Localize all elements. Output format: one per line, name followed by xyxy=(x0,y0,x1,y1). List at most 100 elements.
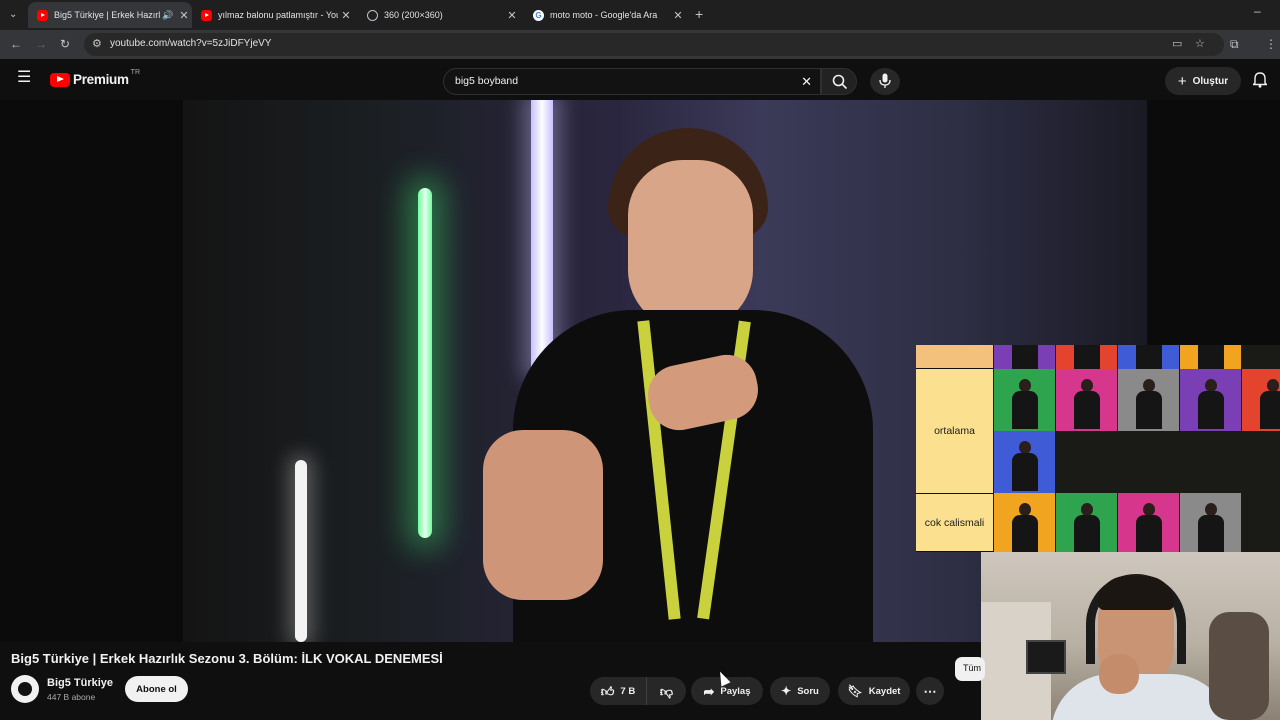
host-face xyxy=(628,160,753,330)
plus-icon: + xyxy=(1177,72,1187,90)
youtube-logo[interactable]: Premium TR xyxy=(50,69,141,87)
cast-icon[interactable]: ▭ xyxy=(1172,37,1182,51)
notifications-bell-icon[interactable] xyxy=(1253,72,1267,88)
tier-photo-tile xyxy=(1118,493,1179,552)
channel-name[interactable]: Big5 Türkiye xyxy=(47,677,113,689)
channel-subscriber-count: 447 B abone xyxy=(47,692,96,702)
tier-photo-tile xyxy=(1180,369,1241,431)
webcam-monitor xyxy=(1026,640,1066,674)
tab-close-icon[interactable]: ✕ xyxy=(338,9,354,22)
tier-photo-tile xyxy=(1180,345,1241,371)
youtube-header: ☰ Premium TR big5 boyband ✕ + Oluştur xyxy=(0,59,1280,100)
region-badge: TR xyxy=(130,69,141,76)
thumbs-down-icon: 👎︎ xyxy=(659,683,674,699)
youtube-logo-text: Premium xyxy=(73,72,129,87)
tier-photo-tile xyxy=(1056,493,1117,552)
youtube-play-logo-icon xyxy=(50,72,70,87)
tier-photo-tile xyxy=(1118,345,1179,371)
search-query-text: big5 boyband xyxy=(455,75,519,87)
search-button[interactable] xyxy=(821,68,857,95)
white-light-bar xyxy=(531,100,553,370)
tier-list-overlay: ortalama cok calismali xyxy=(916,345,1280,552)
tab-title: yılmaz balonu patlamıştır - You xyxy=(218,10,338,20)
tab-close-icon[interactable]: ✕ xyxy=(670,9,686,22)
webcam-chair xyxy=(1209,612,1269,720)
google-favicon-icon: G xyxy=(533,9,544,21)
browser-tab-google[interactable]: G moto moto - Google'da Ara ✕ xyxy=(524,2,686,28)
search-input[interactable]: big5 boyband ✕ xyxy=(443,68,821,95)
green-neon-light xyxy=(418,188,432,538)
tab-close-icon[interactable]: ✕ xyxy=(176,9,192,22)
channel-avatar[interactable] xyxy=(11,675,39,703)
like-count: 7 B xyxy=(620,685,636,697)
sparkle-icon: ✦ xyxy=(781,684,792,698)
tier-photo-tile xyxy=(1056,345,1117,371)
tab-audio-icon[interactable]: 🔊 xyxy=(160,10,176,21)
tier-photo-tile xyxy=(994,431,1055,493)
ask-button[interactable]: ✦ Soru xyxy=(770,677,830,705)
subscribe-button[interactable]: Abone ol xyxy=(125,676,188,702)
save-label: Kaydet xyxy=(868,685,901,697)
like-button[interactable]: 👍︎ 7 B xyxy=(590,677,646,705)
tab-search-chevron-icon[interactable]: ⌄ xyxy=(9,8,17,22)
tier-photo-tile xyxy=(994,345,1055,371)
extensions-icon[interactable]: ⧉ xyxy=(1230,37,1239,51)
webcam-hand xyxy=(1099,654,1139,694)
microphone-icon xyxy=(879,73,891,88)
tab-close-icon[interactable]: ✕ xyxy=(504,9,520,22)
clear-search-icon[interactable]: ✕ xyxy=(801,74,812,90)
browser-tab-big5[interactable]: Big5 Türkiye | Erkek Hazırlık 🔊 ✕ xyxy=(28,2,192,28)
share-arrow-icon: ➦ xyxy=(703,683,715,699)
more-actions-button[interactable]: ⋯ xyxy=(916,677,944,705)
white-light-bar xyxy=(295,460,307,642)
dislike-button[interactable]: 👎︎ xyxy=(646,677,686,705)
hamburger-menu-icon[interactable]: ☰ xyxy=(17,70,31,86)
tier-photo-tile xyxy=(1242,369,1280,431)
back-arrow-icon[interactable]: ← xyxy=(10,37,22,51)
streamer-webcam xyxy=(981,552,1280,720)
webcam-shirt xyxy=(1051,674,1231,720)
browser-tab-yilmaz[interactable]: yılmaz balonu patlamıştır - You ✕ xyxy=(192,2,354,28)
create-button[interactable]: + Oluştur xyxy=(1165,67,1241,95)
more-horizontal-icon: ⋯ xyxy=(923,683,937,699)
tier-photo-tile xyxy=(1118,369,1179,431)
filter-chip-all[interactable]: Tüm xyxy=(955,657,985,681)
tab-title: moto moto - Google'da Ara xyxy=(550,10,658,20)
tier-photo-tile xyxy=(1180,493,1241,552)
new-tab-icon[interactable]: + xyxy=(695,7,703,21)
address-url: youtube.com/watch?v=5zJiDFYjeVY xyxy=(110,38,272,49)
thumbs-up-icon: 👍︎ xyxy=(600,683,615,699)
tier-row-label-cok-calismali: cok calismali xyxy=(916,494,993,552)
search-icon xyxy=(832,74,848,90)
bookmark-icon: 🔖︎ xyxy=(847,684,863,698)
webcam-hair xyxy=(1098,576,1174,610)
voice-search-button[interactable] xyxy=(870,68,900,95)
minimize-window-icon[interactable]: – xyxy=(1254,4,1261,18)
globe-favicon-icon xyxy=(367,9,378,21)
browser-menu-icon[interactable]: ⋮ xyxy=(1265,37,1277,51)
browser-tab-strip: ⌄ Big5 Türkiye | Erkek Hazırlık 🔊 ✕ yılm… xyxy=(0,0,1280,30)
bookmark-star-icon[interactable]: ☆ xyxy=(1195,37,1205,51)
video-title: Big5 Türkiye | Erkek Hazırlık Sezonu 3. … xyxy=(11,651,443,666)
host-arm xyxy=(483,430,603,600)
tier-row-label-ortalama: ortalama xyxy=(916,369,993,494)
save-button[interactable]: 🔖︎ Kaydet xyxy=(838,677,910,705)
tab-title: 360 (200×360) xyxy=(384,10,443,20)
reload-icon[interactable]: ↻ xyxy=(60,37,70,51)
ask-label: Soru xyxy=(797,685,819,697)
browser-toolbar: ← → ↻ ⚙ youtube.com/watch?v=5zJiDFYjeVY … xyxy=(0,30,1280,59)
tier-photo-tile xyxy=(994,369,1055,431)
share-label: Paylaş xyxy=(720,685,751,697)
tier-photo-tile xyxy=(994,493,1055,552)
channel-logo-icon xyxy=(18,682,32,696)
tier-photo-tile xyxy=(1056,369,1117,431)
tab-title: Big5 Türkiye | Erkek Hazırlık xyxy=(54,10,160,20)
forward-arrow-icon[interactable]: → xyxy=(35,37,47,51)
browser-tab-360[interactable]: 360 (200×360) ✕ xyxy=(358,2,520,28)
youtube-favicon-icon xyxy=(201,9,212,21)
address-bar[interactable]: ⚙ youtube.com/watch?v=5zJiDFYjeVY ▭ ☆ xyxy=(84,33,1224,56)
site-info-icon[interactable]: ⚙ xyxy=(92,37,102,51)
create-label: Oluştur xyxy=(1192,75,1229,87)
tier-row-label-top xyxy=(916,345,993,369)
youtube-favicon-icon xyxy=(37,9,48,21)
